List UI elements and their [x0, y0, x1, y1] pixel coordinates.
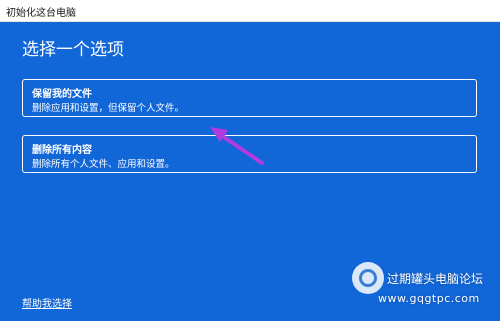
window-title: 初始化这台电脑 [6, 8, 76, 19]
title-bar: 初始化这台电脑 [0, 0, 500, 22]
watermark-url: www.gqgtpc.com [378, 292, 480, 305]
page-title: 选择一个选项 [22, 40, 124, 60]
annotation-arrow-icon [210, 127, 264, 165]
option-title: 保留我的文件 [32, 89, 92, 100]
watermark-logo-icon [352, 262, 384, 294]
option-description: 删除所有个人文件、应用和设置。 [32, 159, 175, 170]
option-title: 删除所有内容 [32, 145, 92, 156]
option-description: 删除应用和设置，但保留个人文件。 [32, 103, 185, 114]
help-me-choose-link[interactable]: 帮助我选择 [22, 295, 72, 310]
watermark-text: 过期罐头电脑论坛 [387, 272, 484, 286]
